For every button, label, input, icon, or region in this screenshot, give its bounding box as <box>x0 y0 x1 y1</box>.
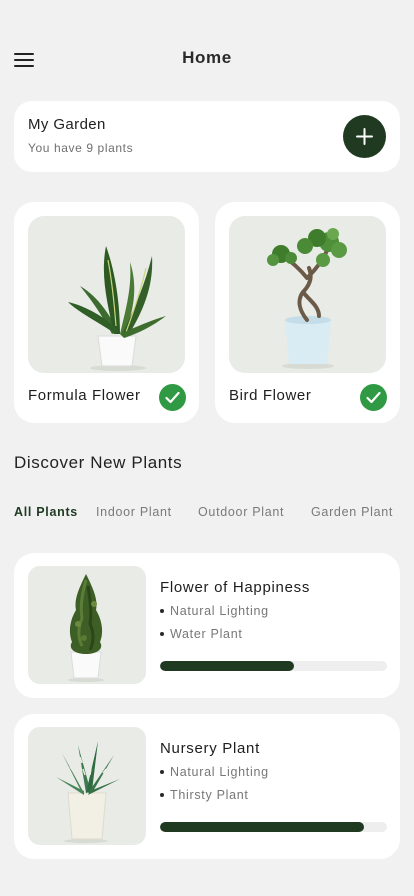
favorite-plant-card[interactable]: Bird Flower <box>215 202 400 423</box>
tab-outdoor-plant[interactable]: Outdoor Plant <box>198 505 284 519</box>
favorite-plant-card[interactable]: Formula Flower <box>14 202 199 423</box>
plant-progress-fill <box>160 661 294 671</box>
plant-feature: Natural Lighting <box>160 765 269 779</box>
garden-plant-count: You have 9 plants <box>28 141 134 155</box>
favorite-plant-name: Bird Flower <box>229 387 312 404</box>
bullet-dot <box>160 792 164 797</box>
plant-feature-label: Natural Lighting <box>170 604 269 618</box>
tab-indoor-plant[interactable]: Indoor Plant <box>96 505 172 519</box>
bullet-dot <box>160 608 164 613</box>
plant-feature-label: Water Plant <box>170 627 243 641</box>
plant-feature: Natural Lighting <box>160 604 269 618</box>
plant-name: Nursery Plant <box>160 740 260 757</box>
plant-feature: Water Plant <box>160 627 243 641</box>
check-icon[interactable] <box>360 384 387 411</box>
garden-title: My Garden <box>28 116 106 133</box>
aloe-plant-image <box>28 727 146 845</box>
check-icon[interactable] <box>159 384 186 411</box>
plus-icon <box>356 128 373 145</box>
plant-progress-bar <box>160 661 387 671</box>
plant-progress-fill <box>160 822 365 832</box>
favorite-plant-name: Formula Flower <box>28 387 141 404</box>
snake-plant-image <box>28 216 185 373</box>
bonsai-plant-image <box>229 216 386 373</box>
bullet-dot <box>160 769 164 774</box>
plant-feature-label: Natural Lighting <box>170 765 269 779</box>
plant-list-item[interactable]: Flower of Happiness Natural Lighting Wat… <box>14 553 400 698</box>
plant-feature-label: Thirsty Plant <box>170 788 249 802</box>
plant-progress-bar <box>160 822 387 832</box>
top-bar: Home <box>0 0 414 110</box>
discover-section-title: Discover New Plants <box>14 453 183 472</box>
conifer-plant-image <box>28 566 146 684</box>
plant-feature: Thirsty Plant <box>160 788 249 802</box>
plant-name: Flower of Happiness <box>160 579 311 596</box>
my-garden-card[interactable]: My Garden You have 9 plants <box>14 101 400 172</box>
plant-list-item[interactable]: Nursery Plant Natural Lighting Thirsty P… <box>14 714 400 859</box>
page-title: Home <box>182 48 232 67</box>
tab-garden-plant[interactable]: Garden Plant <box>311 505 393 519</box>
bullet-dot <box>160 631 164 636</box>
add-plant-button[interactable] <box>343 115 386 158</box>
tab-all-plants[interactable]: All Plants <box>14 505 78 519</box>
